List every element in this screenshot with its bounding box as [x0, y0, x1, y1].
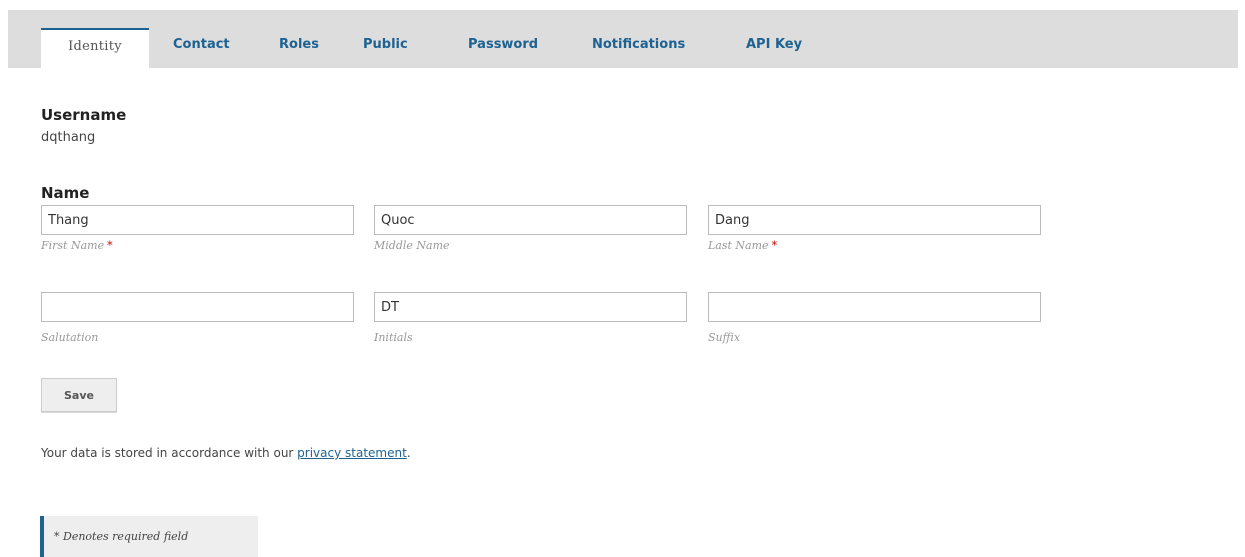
- save-button[interactable]: Save: [41, 378, 117, 412]
- privacy-suffix: .: [406, 446, 411, 460]
- privacy-statement-link[interactable]: privacy statement: [297, 446, 407, 460]
- tab-notifications[interactable]: Notifications: [592, 28, 685, 68]
- tab-password[interactable]: Password: [468, 28, 538, 68]
- tab-identity[interactable]: Identity: [41, 28, 149, 68]
- suffix-label: Suffix: [708, 331, 741, 344]
- last-name-field[interactable]: [708, 205, 1041, 235]
- privacy-notice: Your data is stored in accordance with o…: [41, 446, 411, 460]
- tab-roles[interactable]: Roles: [279, 28, 319, 68]
- name-heading: Name: [41, 184, 90, 202]
- required-asterisk: *: [107, 239, 113, 252]
- username-value: dqthang: [41, 130, 96, 145]
- tab-public[interactable]: Public: [363, 28, 408, 68]
- tab-contact[interactable]: Contact: [173, 28, 230, 68]
- required-field-notice: * Denotes required field: [40, 516, 258, 557]
- initials-field[interactable]: [374, 292, 687, 322]
- salutation-label: Salutation: [41, 331, 99, 344]
- middle-name-label: Middle Name: [374, 239, 450, 252]
- tab-bar: Identity Contact Roles Public Password N…: [8, 10, 1238, 68]
- salutation-field[interactable]: [41, 292, 354, 322]
- middle-name-field[interactable]: [374, 205, 687, 235]
- privacy-prefix: Your data is stored in accordance with o…: [41, 446, 298, 460]
- username-heading: Username: [41, 106, 127, 124]
- first-name-field[interactable]: [41, 205, 354, 235]
- tab-api-key[interactable]: API Key: [746, 28, 802, 68]
- initials-label: Initials: [374, 331, 413, 344]
- last-name-label: Last Name *: [708, 239, 778, 252]
- required-asterisk: *: [771, 239, 778, 252]
- suffix-field[interactable]: [708, 292, 1041, 322]
- first-name-label: First Name *: [41, 239, 113, 252]
